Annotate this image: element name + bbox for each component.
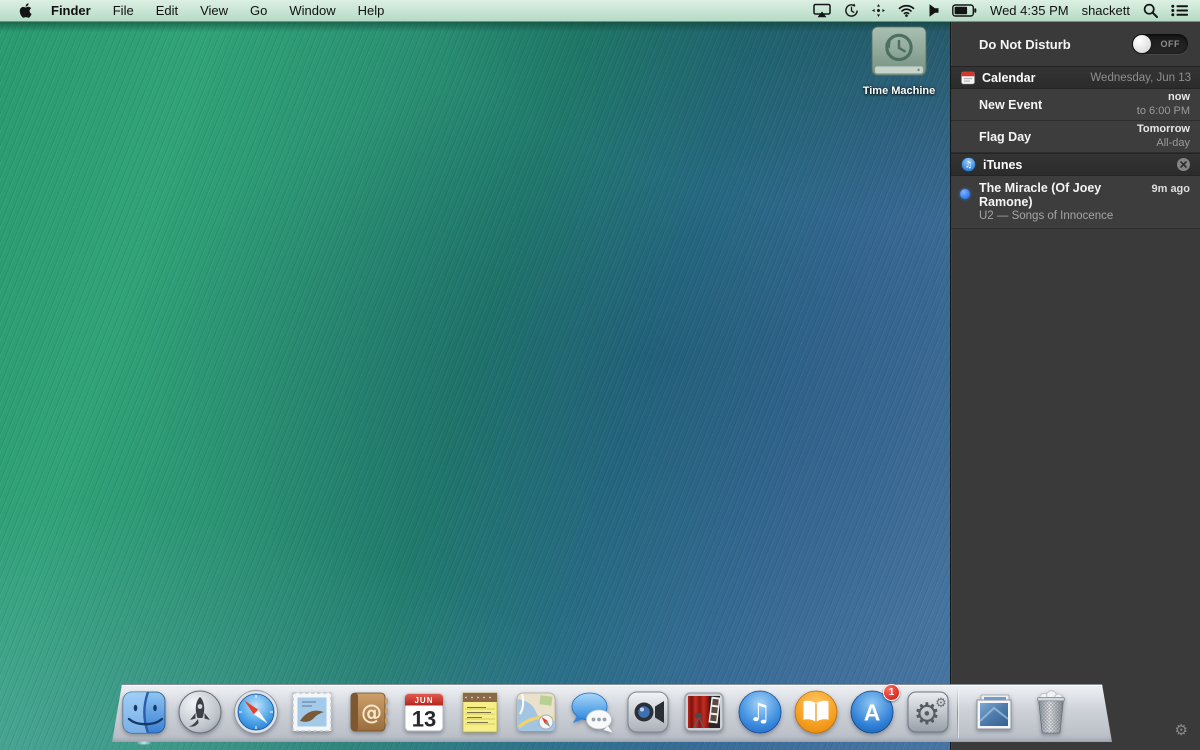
- pictures-icon: [976, 694, 1012, 730]
- dock-item-messages[interactable]: [568, 688, 616, 736]
- itunes-section-title: iTunes: [983, 157, 1023, 172]
- menu-app-name[interactable]: Finder: [40, 3, 102, 18]
- maps-icon: [516, 692, 556, 732]
- svg-text:♫: ♫: [965, 161, 973, 171]
- itunes-app-icon: ♫: [961, 157, 976, 172]
- calendar-section-title: Calendar: [982, 70, 1036, 85]
- close-icon[interactable]: [1176, 157, 1191, 172]
- dock-item-calendar[interactable]: JUN 13: [400, 688, 448, 736]
- dock-item-mail[interactable]: [288, 688, 336, 736]
- event-title: Flag Day: [979, 129, 1032, 144]
- time-machine-label: Time Machine: [862, 85, 936, 97]
- notes-icon: [462, 692, 498, 733]
- event-time-primary: now: [1168, 90, 1190, 103]
- svg-text:@: @: [361, 701, 382, 725]
- dock-item-pictures[interactable]: [970, 688, 1018, 736]
- launchpad-icon: [178, 690, 222, 734]
- do-not-disturb-toggle[interactable]: OFF: [1132, 34, 1188, 54]
- event-time-secondary: All-day: [1156, 136, 1190, 149]
- itunes-section-header[interactable]: ♫ iTunes: [951, 153, 1200, 176]
- airplay-icon[interactable]: [813, 3, 831, 18]
- wifi-icon[interactable]: [898, 4, 915, 17]
- svg-text:♫: ♫: [749, 698, 771, 727]
- dock-stack-icons: [970, 688, 1075, 736]
- dock-item-finder[interactable]: [120, 688, 168, 745]
- event-time-secondary: to 6:00 PM: [1136, 104, 1190, 117]
- dock-item-maps[interactable]: [512, 688, 560, 736]
- menu-item-view[interactable]: View: [189, 3, 239, 18]
- dock-app-icons: @ JUN 13 ♫ A 1 ⚙ ⚙: [120, 684, 952, 745]
- calendar-app-icon: [961, 71, 975, 84]
- dock-item-trash[interactable]: [1027, 688, 1075, 736]
- app-store-badge: 1: [883, 684, 900, 701]
- toggle-knob-icon: [1133, 35, 1151, 53]
- calendar-section-date: Wednesday, Jun 13: [1090, 71, 1191, 84]
- svg-text:JUN: JUN: [414, 696, 433, 705]
- running-indicator-icon: [137, 741, 151, 745]
- do-not-disturb-label: Do Not Disturb: [979, 36, 1071, 52]
- finder-icon: [122, 691, 166, 734]
- calendar-event-row[interactable]: Flag Day Tomorrow All-day: [951, 121, 1200, 153]
- calendar-section-header[interactable]: Calendar Wednesday, Jun 13: [951, 66, 1200, 89]
- menu-bar: Finder File Edit View Go Window Help Wed…: [0, 0, 1200, 22]
- ibooks-icon: [794, 690, 838, 734]
- menu-item-go[interactable]: Go: [239, 3, 278, 18]
- calendar-event-row[interactable]: New Event now to 6:00 PM: [951, 89, 1200, 121]
- notification-subtitle: U2 — Songs of Innocence: [979, 210, 1114, 222]
- menu-item-edit[interactable]: Edit: [145, 3, 189, 18]
- desktop-screen: Time Machine Do Not Disturb OFF Calendar…: [0, 0, 1200, 750]
- battery-icon[interactable]: [952, 4, 977, 17]
- contacts-icon: @: [350, 692, 388, 732]
- time-machine-icon[interactable]: [844, 3, 859, 18]
- calendar-icon: JUN 13: [404, 693, 444, 732]
- itunes-notification-row[interactable]: The Miracle (Of Joey Ramone) 9m ago U2 —…: [951, 176, 1200, 229]
- notification-time: 9m ago: [1151, 183, 1190, 195]
- notification-center-icon[interactable]: [1171, 4, 1188, 17]
- menu-item-file[interactable]: File: [102, 3, 145, 18]
- dock-item-launchpad[interactable]: [176, 688, 224, 736]
- event-title: New Event: [979, 97, 1043, 112]
- dock-item-appstore[interactable]: A1: [848, 684, 900, 736]
- event-time-primary: Tomorrow: [1137, 122, 1190, 135]
- photobooth-icon: [684, 692, 724, 732]
- volume-icon[interactable]: [928, 4, 939, 17]
- dock-item-contacts[interactable]: @: [344, 688, 392, 736]
- facetime-icon: [627, 691, 669, 733]
- menu-item-help[interactable]: Help: [347, 3, 396, 18]
- dock-item-facetime[interactable]: [624, 688, 672, 736]
- svg-text:13: 13: [412, 707, 436, 732]
- notification-title: The Miracle (Of Joey Ramone): [979, 181, 1102, 209]
- spotlight-search-icon[interactable]: [1143, 3, 1158, 18]
- itunes-icon: ♫: [738, 690, 782, 734]
- messages-icon: [571, 692, 613, 733]
- notification-center-panel: Do Not Disturb OFF Calendar Wednesday, J…: [950, 22, 1200, 750]
- dock-item-notes[interactable]: [456, 688, 504, 736]
- location-crosshair-icon[interactable]: [872, 4, 886, 17]
- unread-dot-icon: [960, 189, 970, 199]
- svg-text:A: A: [864, 700, 881, 726]
- dock-item-safari[interactable]: [232, 688, 280, 736]
- apple-menu-icon[interactable]: [10, 3, 40, 18]
- dock-item-sysprefs[interactable]: ⚙ ⚙: [904, 688, 952, 736]
- menu-item-window[interactable]: Window: [278, 3, 346, 18]
- notification-settings-gear-icon[interactable]: ⚙: [1175, 723, 1188, 738]
- dock-item-photobooth[interactable]: [680, 688, 728, 736]
- dock-item-itunes[interactable]: ♫: [736, 688, 784, 736]
- sysprefs-icon: ⚙⚙: [907, 691, 949, 733]
- menu-user[interactable]: shackett: [1082, 3, 1130, 18]
- trash-icon: [1037, 690, 1065, 734]
- mail-icon: [292, 692, 332, 732]
- time-machine-drive-icon: [871, 26, 927, 76]
- toggle-state-label: OFF: [1160, 39, 1180, 49]
- safari-icon: [234, 690, 278, 734]
- do-not-disturb-row: Do Not Disturb OFF: [951, 22, 1200, 66]
- dock-item-ibooks[interactable]: [792, 688, 840, 736]
- menu-clock[interactable]: Wed 4:35 PM: [990, 3, 1069, 18]
- time-machine-desktop-icon[interactable]: Time Machine: [855, 26, 943, 97]
- svg-text:⚙: ⚙: [935, 696, 947, 711]
